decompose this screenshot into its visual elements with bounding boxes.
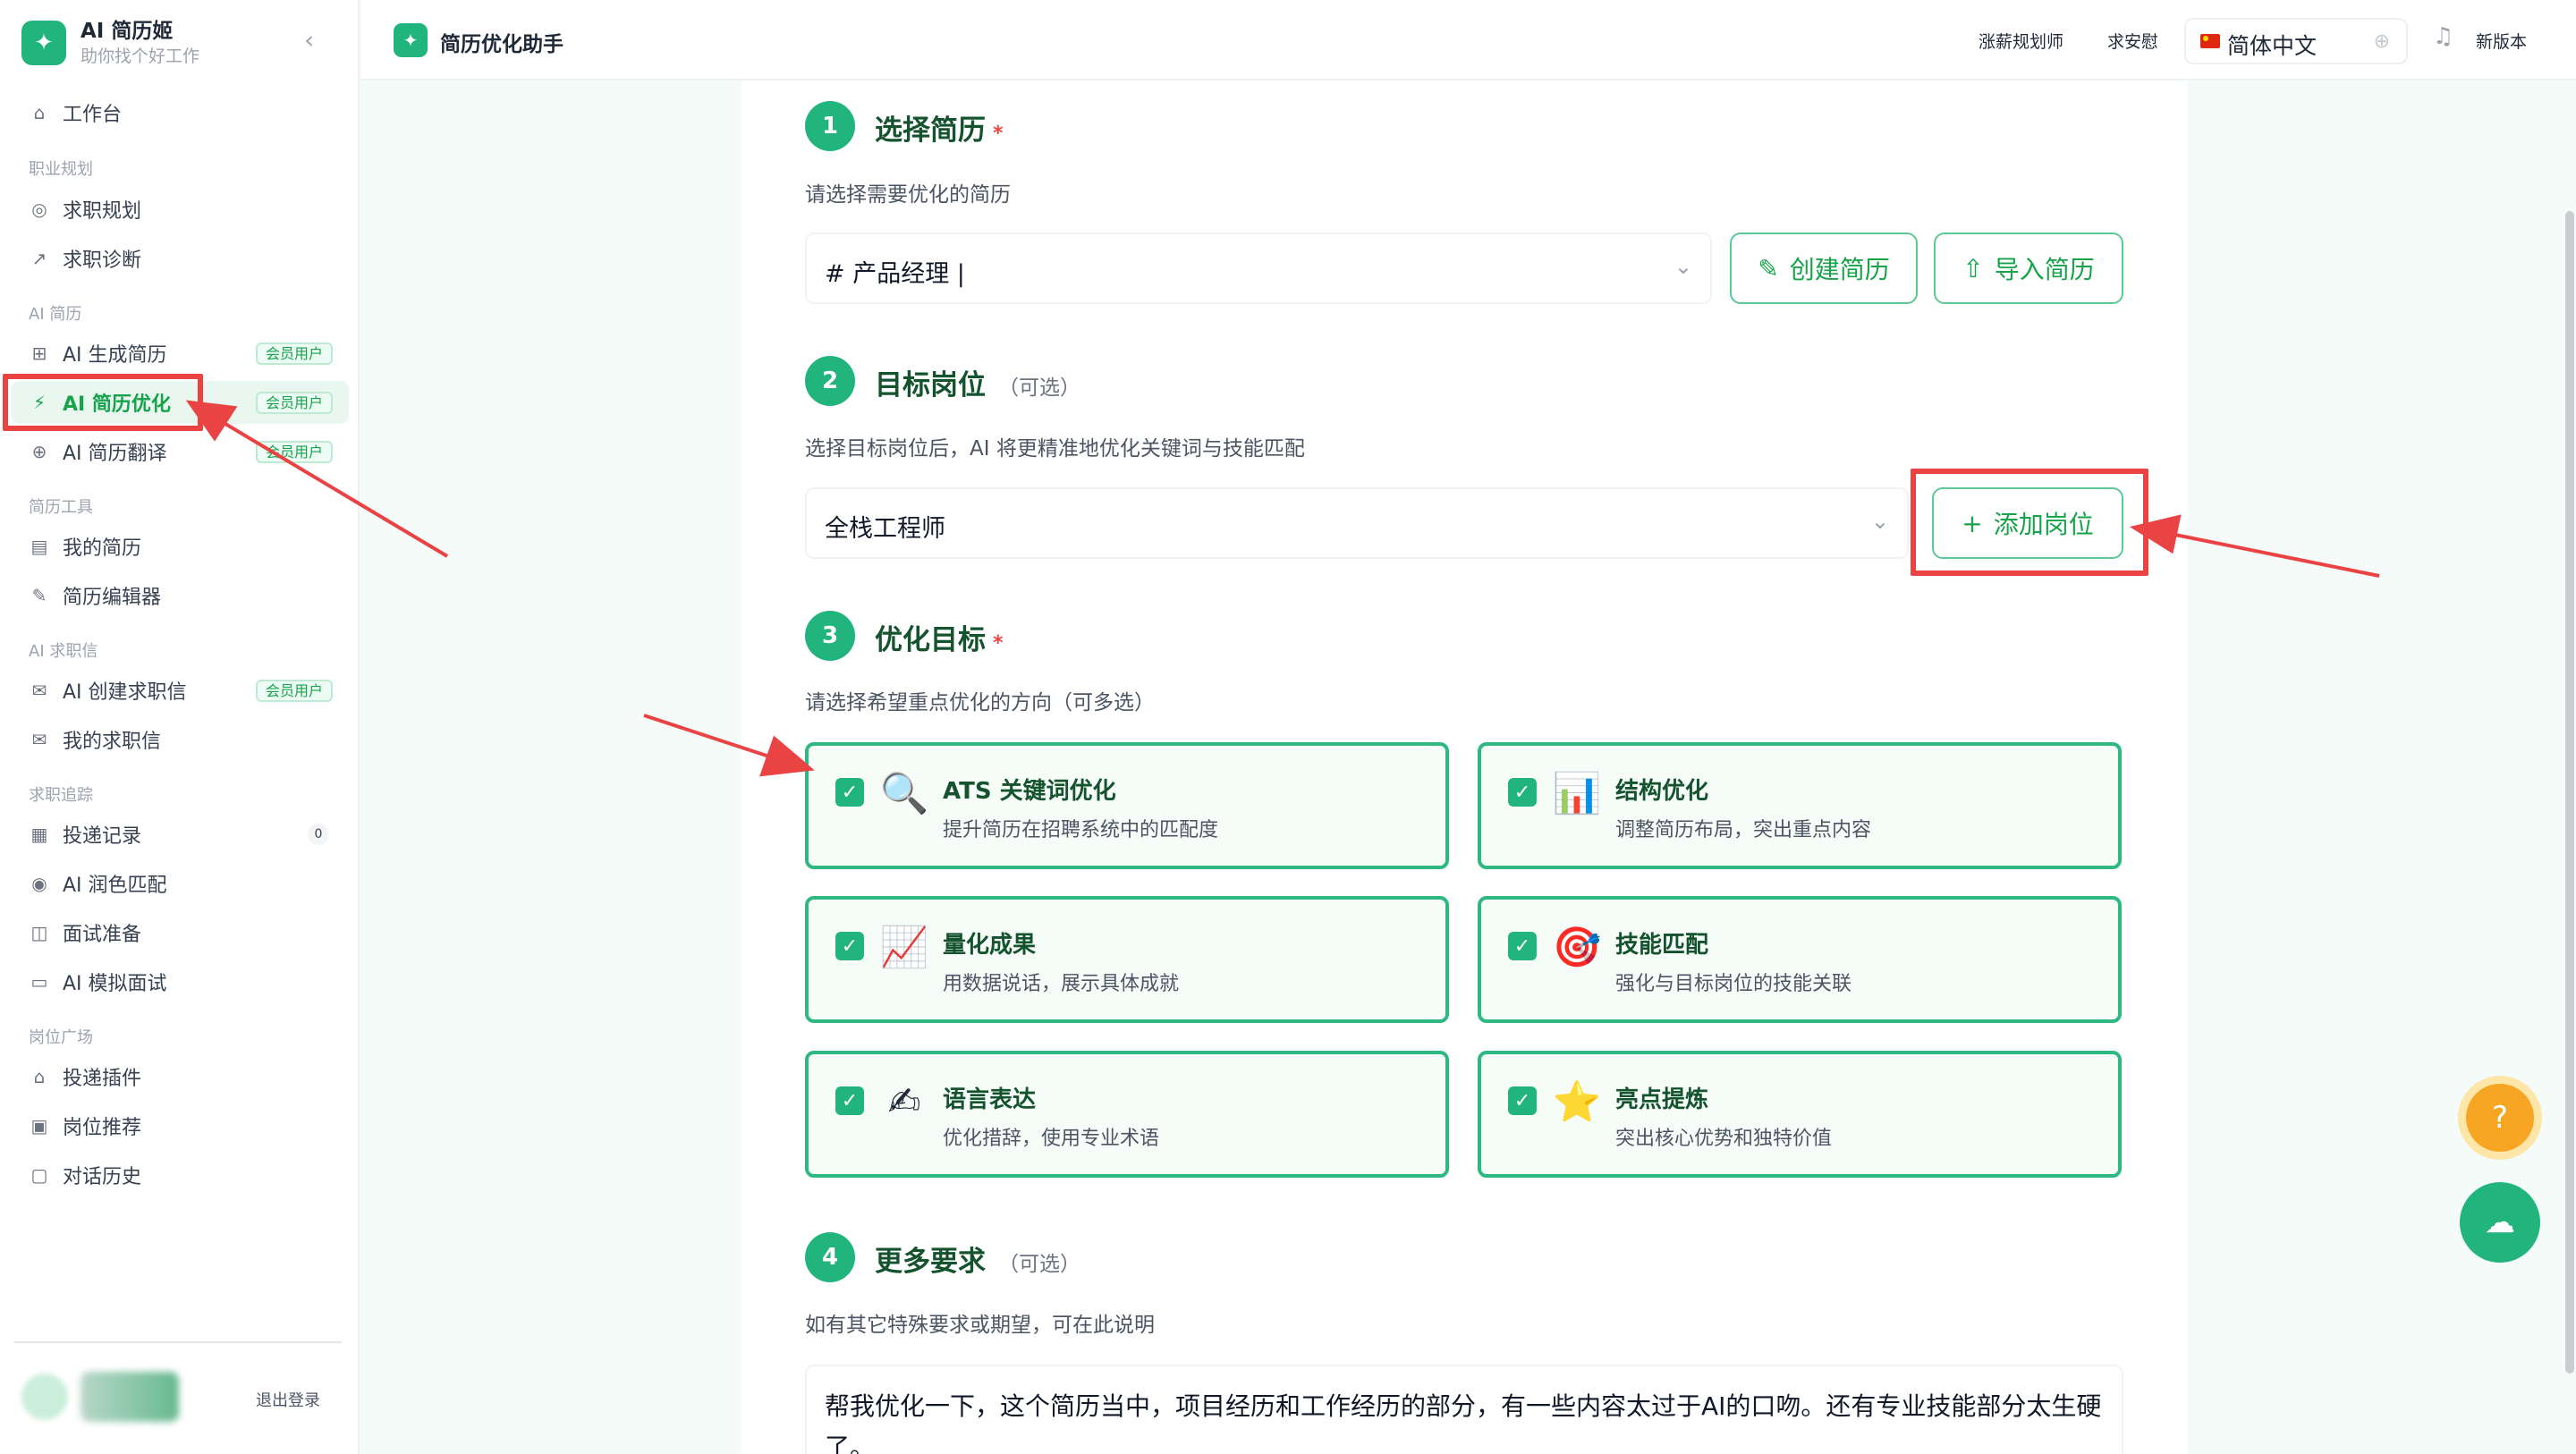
annotation-arrow [2174,533,2380,578]
arrow-head [185,400,238,442]
arrow-head [759,735,815,777]
annotation-arrow [643,714,770,758]
arrow-head [2129,514,2182,554]
annotation-arrow [224,422,449,558]
annotation-arrows [185,400,2380,777]
